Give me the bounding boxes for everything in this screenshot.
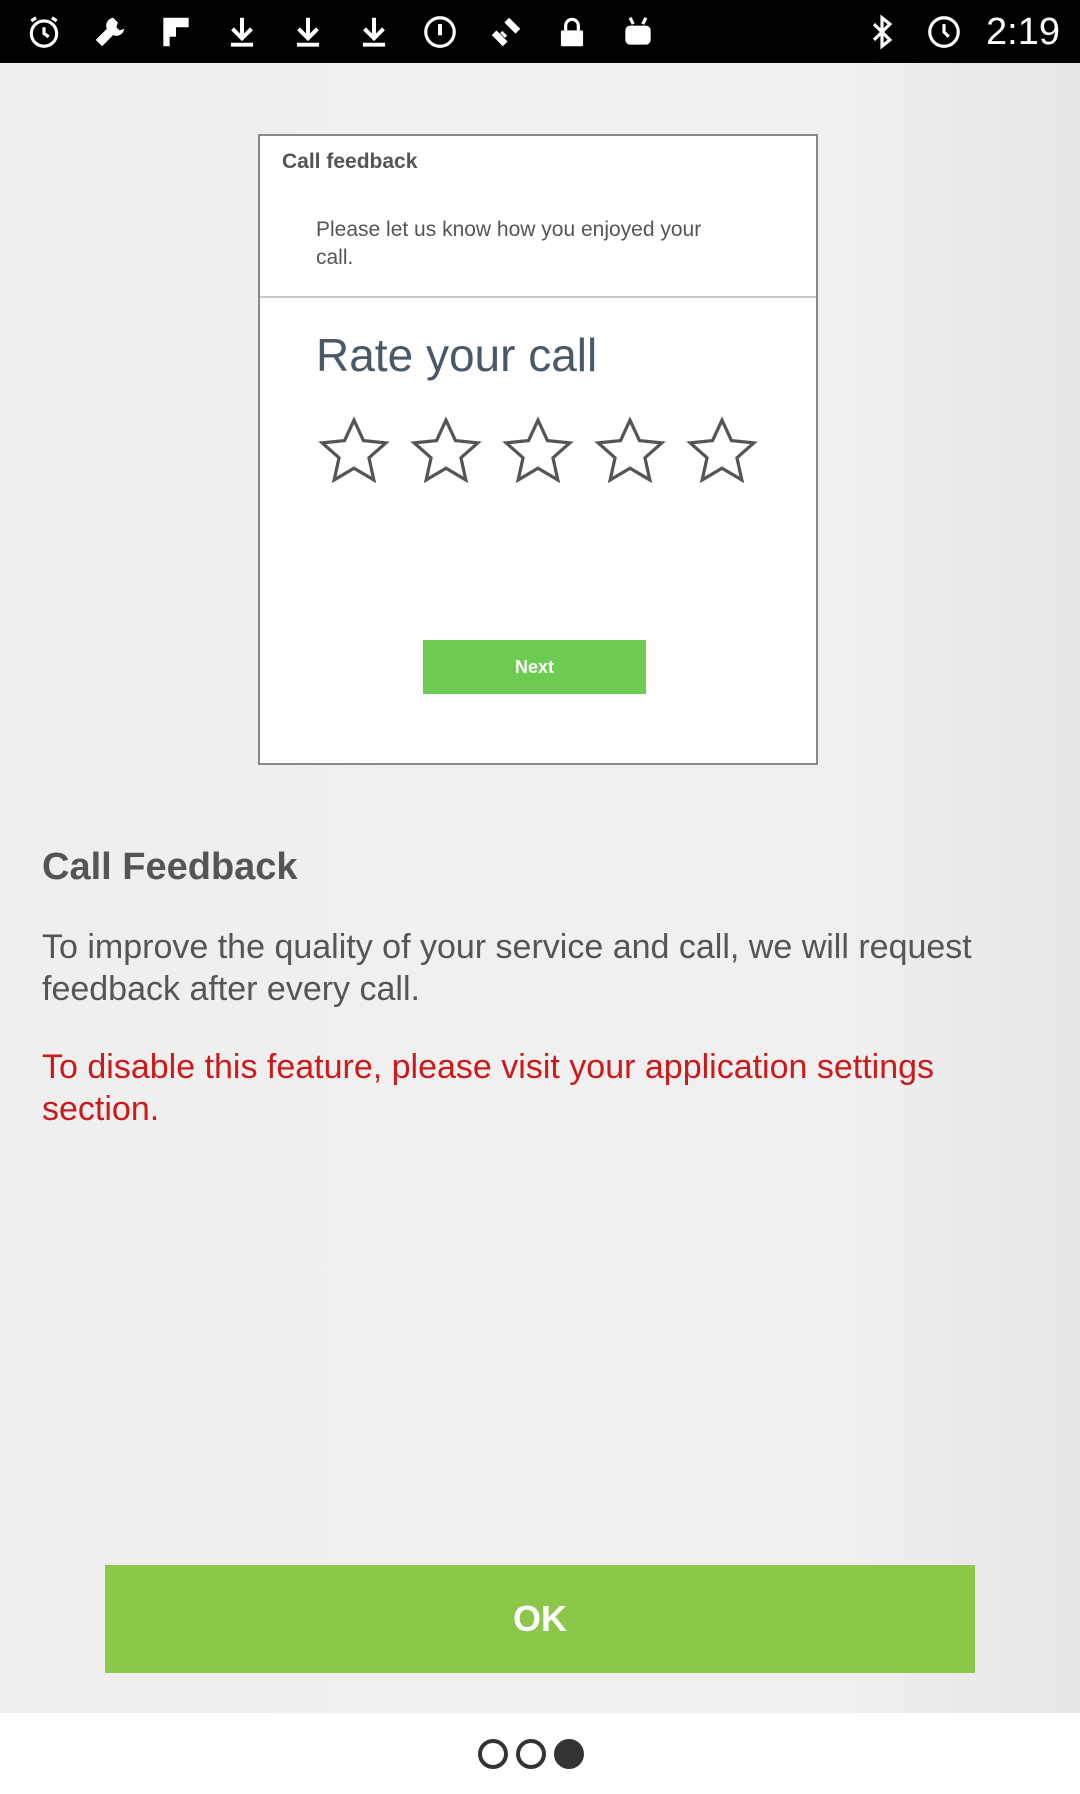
bluetooth-icon — [862, 12, 902, 52]
preview-star-rating — [314, 412, 762, 495]
description-text: To improve the quality of your service a… — [42, 928, 972, 1008]
status-bar: 2:19 — [0, 0, 1080, 63]
page-indicator-bar — [0, 1713, 1080, 1794]
star-icon — [498, 412, 578, 495]
star-icon — [314, 412, 394, 495]
alarm-clock-icon — [24, 12, 64, 52]
circle-info-icon — [420, 12, 460, 52]
status-left-icons — [24, 12, 658, 52]
star-icon — [682, 412, 762, 495]
page-indicator — [478, 1739, 584, 1769]
fake-gps-icon — [486, 12, 526, 52]
preview-header: Call feedback Please let us know how you… — [260, 136, 816, 298]
star-icon — [590, 412, 670, 495]
page-dot — [516, 1739, 546, 1769]
download-icon — [354, 12, 394, 52]
preview-next-button: Next — [423, 640, 646, 694]
main-content: Call feedback Please let us know how you… — [0, 63, 1080, 1713]
star-icon — [406, 412, 486, 495]
download-icon — [288, 12, 328, 52]
alarm-icon — [924, 12, 964, 52]
page-dot — [478, 1739, 508, 1769]
feedback-preview-image: Call feedback Please let us know how you… — [258, 134, 818, 765]
preview-subtitle: Please let us know how you enjoyed your … — [316, 218, 702, 269]
android-icon — [618, 12, 658, 52]
download-icon — [222, 12, 262, 52]
disable-warning-text: To disable this feature, please visit yo… — [42, 1048, 935, 1128]
wrench-icon — [90, 12, 130, 52]
ok-button[interactable]: OK — [105, 1565, 975, 1673]
page-title: Call Feedback — [42, 846, 298, 888]
status-right: 2:19 — [862, 10, 1060, 54]
preview-rate-label: Rate your call — [316, 329, 598, 381]
flipboard-icon — [156, 12, 196, 52]
status-time: 2:19 — [986, 11, 1060, 53]
page-dot — [554, 1739, 584, 1769]
lock-icon — [552, 12, 592, 52]
preview-title: Call feedback — [282, 150, 418, 173]
